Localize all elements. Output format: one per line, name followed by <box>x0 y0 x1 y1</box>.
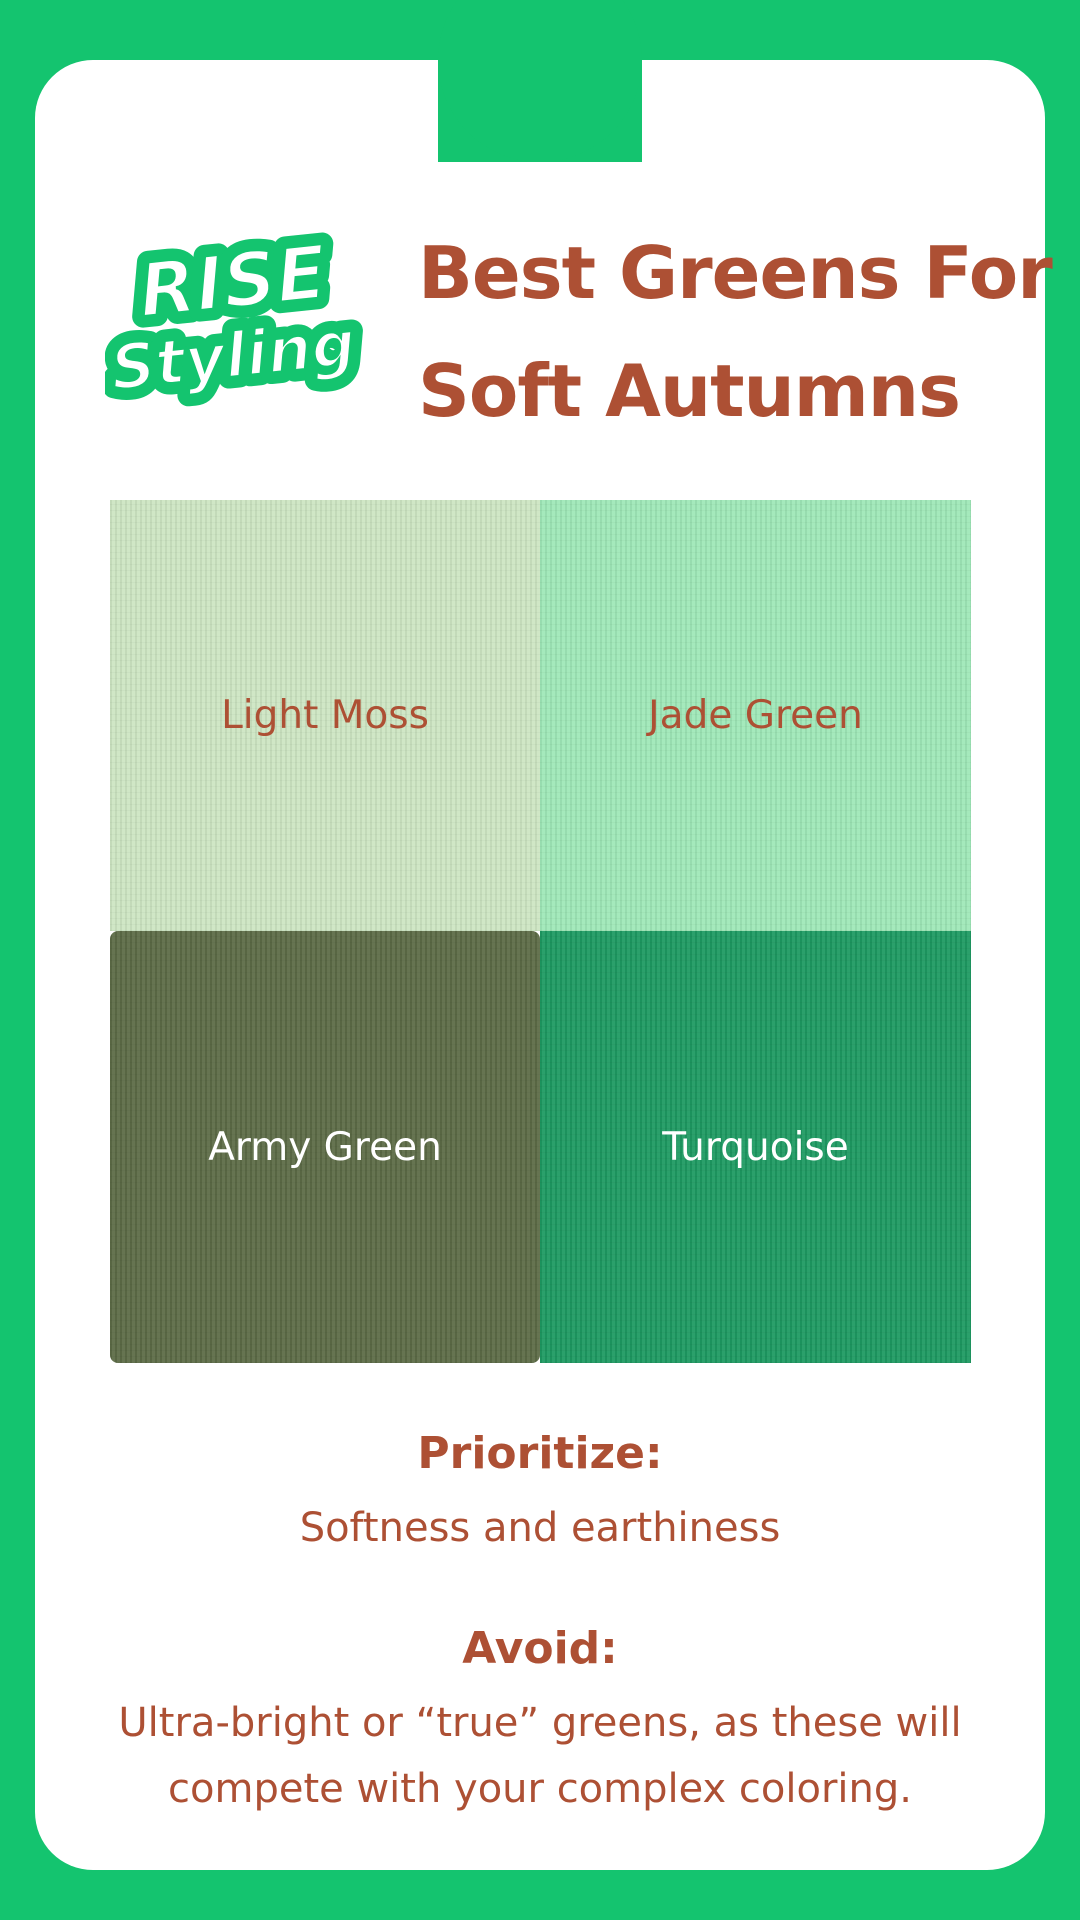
prioritize-text: Softness and earthiness <box>299 1505 781 1551</box>
prioritize-heading: Prioritize: <box>417 1428 663 1479</box>
rise-styling-logo: RISE RISE Styling Styling <box>105 225 365 415</box>
title-line-1: Best Greens For <box>418 231 1053 315</box>
swatch-army-green: Army Green <box>110 931 540 1363</box>
swatch-grid: Light Moss Jade Green Army Green Turquoi… <box>110 500 971 1363</box>
avoid-text-line-2: compete with your complex coloring. <box>168 1766 912 1812</box>
avoid-heading: Avoid: <box>462 1623 618 1674</box>
swatch-light-moss: Light Moss <box>110 500 540 931</box>
page-title: Best Greens For Soft Autumns <box>418 214 1053 450</box>
swatch-turquoise: Turquoise <box>540 931 971 1363</box>
swatch-label: Army Green <box>208 1124 442 1170</box>
avoid-text: Ultra-bright or “true” greens, as these … <box>0 1690 1080 1822</box>
swatch-label: Light Moss <box>221 693 429 738</box>
title-line-2: Soft Autumns <box>418 349 961 433</box>
swatch-label: Jade Green <box>648 693 863 738</box>
swatch-label: Turquoise <box>662 1124 849 1170</box>
swatch-jade-green: Jade Green <box>540 500 971 931</box>
avoid-text-line-1: Ultra-bright or “true” greens, as these … <box>118 1700 962 1746</box>
